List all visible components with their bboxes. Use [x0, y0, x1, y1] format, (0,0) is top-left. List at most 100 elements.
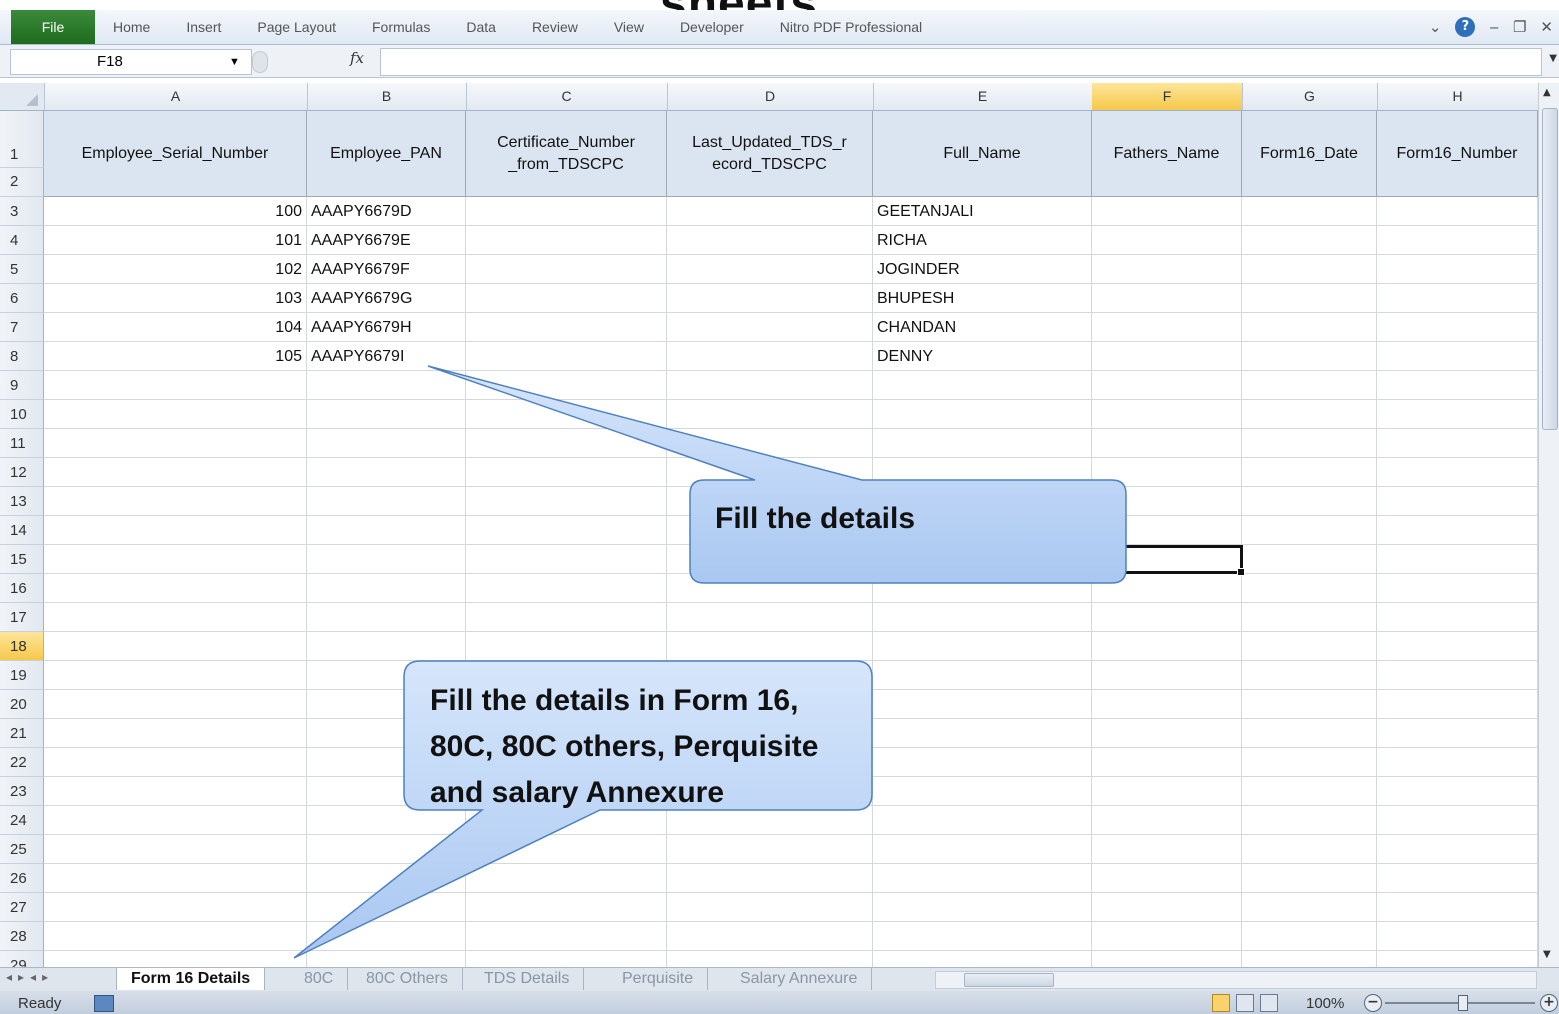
minimize-ribbon-icon[interactable]: ⌄ — [1429, 18, 1442, 36]
cell-g6[interactable] — [1242, 284, 1377, 313]
cell-a6[interactable]: 103 — [44, 284, 307, 313]
cell-d3[interactable] — [667, 197, 873, 226]
cell-d26[interactable] — [667, 864, 873, 893]
cell-f29[interactable] — [1092, 951, 1242, 967]
cell-e24[interactable] — [873, 806, 1092, 835]
row-header-25[interactable]: 25 — [0, 835, 44, 864]
row-header-16[interactable]: 16 — [0, 574, 44, 603]
cell-c10[interactable] — [466, 400, 667, 429]
page-break-view-icon[interactable] — [1260, 994, 1278, 1012]
cell-g22[interactable] — [1242, 748, 1377, 777]
row-header-10[interactable]: 10 — [0, 400, 44, 429]
row-header-11[interactable]: 11 — [0, 429, 44, 458]
cell-e10[interactable] — [873, 400, 1092, 429]
scroll-down-icon[interactable]: ▼ — [1543, 949, 1551, 960]
header-cell-last-updated-tds-r-ecord-tdscpc[interactable]: Last_Updated_TDS_r ecord_TDSCPC — [667, 111, 873, 197]
row-header-28[interactable]: 28 — [0, 922, 44, 951]
row-header-3[interactable]: 3 — [0, 197, 44, 226]
cell-a11[interactable] — [44, 429, 307, 458]
cell-a19[interactable] — [44, 661, 307, 690]
cell-a27[interactable] — [44, 893, 307, 922]
active-cell-selection[interactable] — [1093, 545, 1245, 576]
cell-h20[interactable] — [1377, 690, 1538, 719]
cell-g21[interactable] — [1242, 719, 1377, 748]
cell-b15[interactable] — [307, 545, 466, 574]
cell-g29[interactable] — [1242, 951, 1377, 967]
cell-g19[interactable] — [1242, 661, 1377, 690]
cell-h5[interactable] — [1377, 255, 1538, 284]
cell-a20[interactable] — [44, 690, 307, 719]
cell-f4[interactable] — [1092, 226, 1242, 255]
cell-c29[interactable] — [466, 951, 667, 967]
cell-c3[interactable] — [466, 197, 667, 226]
column-header-c[interactable]: C — [466, 83, 668, 110]
cell-h14[interactable] — [1377, 516, 1538, 545]
cell-h10[interactable] — [1377, 400, 1538, 429]
cell-g28[interactable] — [1242, 922, 1377, 951]
cell-f22[interactable] — [1092, 748, 1242, 777]
cell-f12[interactable] — [1092, 458, 1242, 487]
cell-f3[interactable] — [1092, 197, 1242, 226]
cell-b16[interactable] — [307, 574, 466, 603]
cell-c9[interactable] — [466, 371, 667, 400]
cell-b9[interactable] — [307, 371, 466, 400]
cell-d4[interactable] — [667, 226, 873, 255]
cell-f6[interactable] — [1092, 284, 1242, 313]
cell-f16[interactable] — [1092, 574, 1242, 603]
cell-h16[interactable] — [1377, 574, 1538, 603]
formula-input[interactable] — [380, 48, 1542, 76]
cell-e29[interactable] — [873, 951, 1092, 967]
cell-h21[interactable] — [1377, 719, 1538, 748]
cell-g23[interactable] — [1242, 777, 1377, 806]
cell-g25[interactable] — [1242, 835, 1377, 864]
cell-a9[interactable] — [44, 371, 307, 400]
cell-c12[interactable] — [466, 458, 667, 487]
vertical-scroll-thumb[interactable] — [1542, 108, 1558, 430]
cell-g4[interactable] — [1242, 226, 1377, 255]
cell-e21[interactable] — [873, 719, 1092, 748]
cell-h15[interactable] — [1377, 545, 1538, 574]
cell-d11[interactable] — [667, 429, 873, 458]
chevron-down-icon[interactable]: ▼ — [229, 50, 240, 74]
ribbon-tab-view[interactable]: View — [596, 10, 662, 44]
normal-view-icon[interactable] — [1212, 994, 1230, 1012]
cell-e11[interactable] — [873, 429, 1092, 458]
ribbon-tab-data[interactable]: Data — [448, 10, 514, 44]
cell-a7[interactable]: 104 — [44, 313, 307, 342]
minimize-icon[interactable]: ‒ — [1489, 18, 1499, 36]
cell-e25[interactable] — [873, 835, 1092, 864]
name-box[interactable]: F18 ▼ — [10, 49, 252, 75]
row-header-4[interactable]: 4 — [0, 226, 44, 255]
cell-e9[interactable] — [873, 371, 1092, 400]
cell-g14[interactable] — [1242, 516, 1377, 545]
cell-h3[interactable] — [1377, 197, 1538, 226]
cell-g7[interactable] — [1242, 313, 1377, 342]
cell-g5[interactable] — [1242, 255, 1377, 284]
cell-f27[interactable] — [1092, 893, 1242, 922]
cell-d16[interactable] — [667, 574, 873, 603]
cell-a13[interactable] — [44, 487, 307, 516]
cell-b18[interactable] — [307, 632, 466, 661]
row-header-27[interactable]: 27 — [0, 893, 44, 922]
cell-f21[interactable] — [1092, 719, 1242, 748]
ribbon-tab-page-layout[interactable]: Page Layout — [239, 10, 354, 44]
cell-e12[interactable] — [873, 458, 1092, 487]
cell-a23[interactable] — [44, 777, 307, 806]
cell-e16[interactable] — [873, 574, 1092, 603]
cell-a4[interactable]: 101 — [44, 226, 307, 255]
cell-a25[interactable] — [44, 835, 307, 864]
zoom-out-icon[interactable]: − — [1364, 994, 1382, 1012]
cell-b28[interactable] — [307, 922, 466, 951]
cell-e20[interactable] — [873, 690, 1092, 719]
row-header-22[interactable]: 22 — [0, 748, 44, 777]
row-header-23[interactable]: 23 — [0, 777, 44, 806]
cell-f19[interactable] — [1092, 661, 1242, 690]
cell-h17[interactable] — [1377, 603, 1538, 632]
cell-a14[interactable] — [44, 516, 307, 545]
cell-c11[interactable] — [466, 429, 667, 458]
cell-g8[interactable] — [1242, 342, 1377, 371]
cell-d28[interactable] — [667, 922, 873, 951]
cell-e7[interactable]: CHANDAN — [873, 313, 1092, 342]
cell-g15[interactable] — [1242, 545, 1377, 574]
cell-e5[interactable]: JOGINDER — [873, 255, 1092, 284]
